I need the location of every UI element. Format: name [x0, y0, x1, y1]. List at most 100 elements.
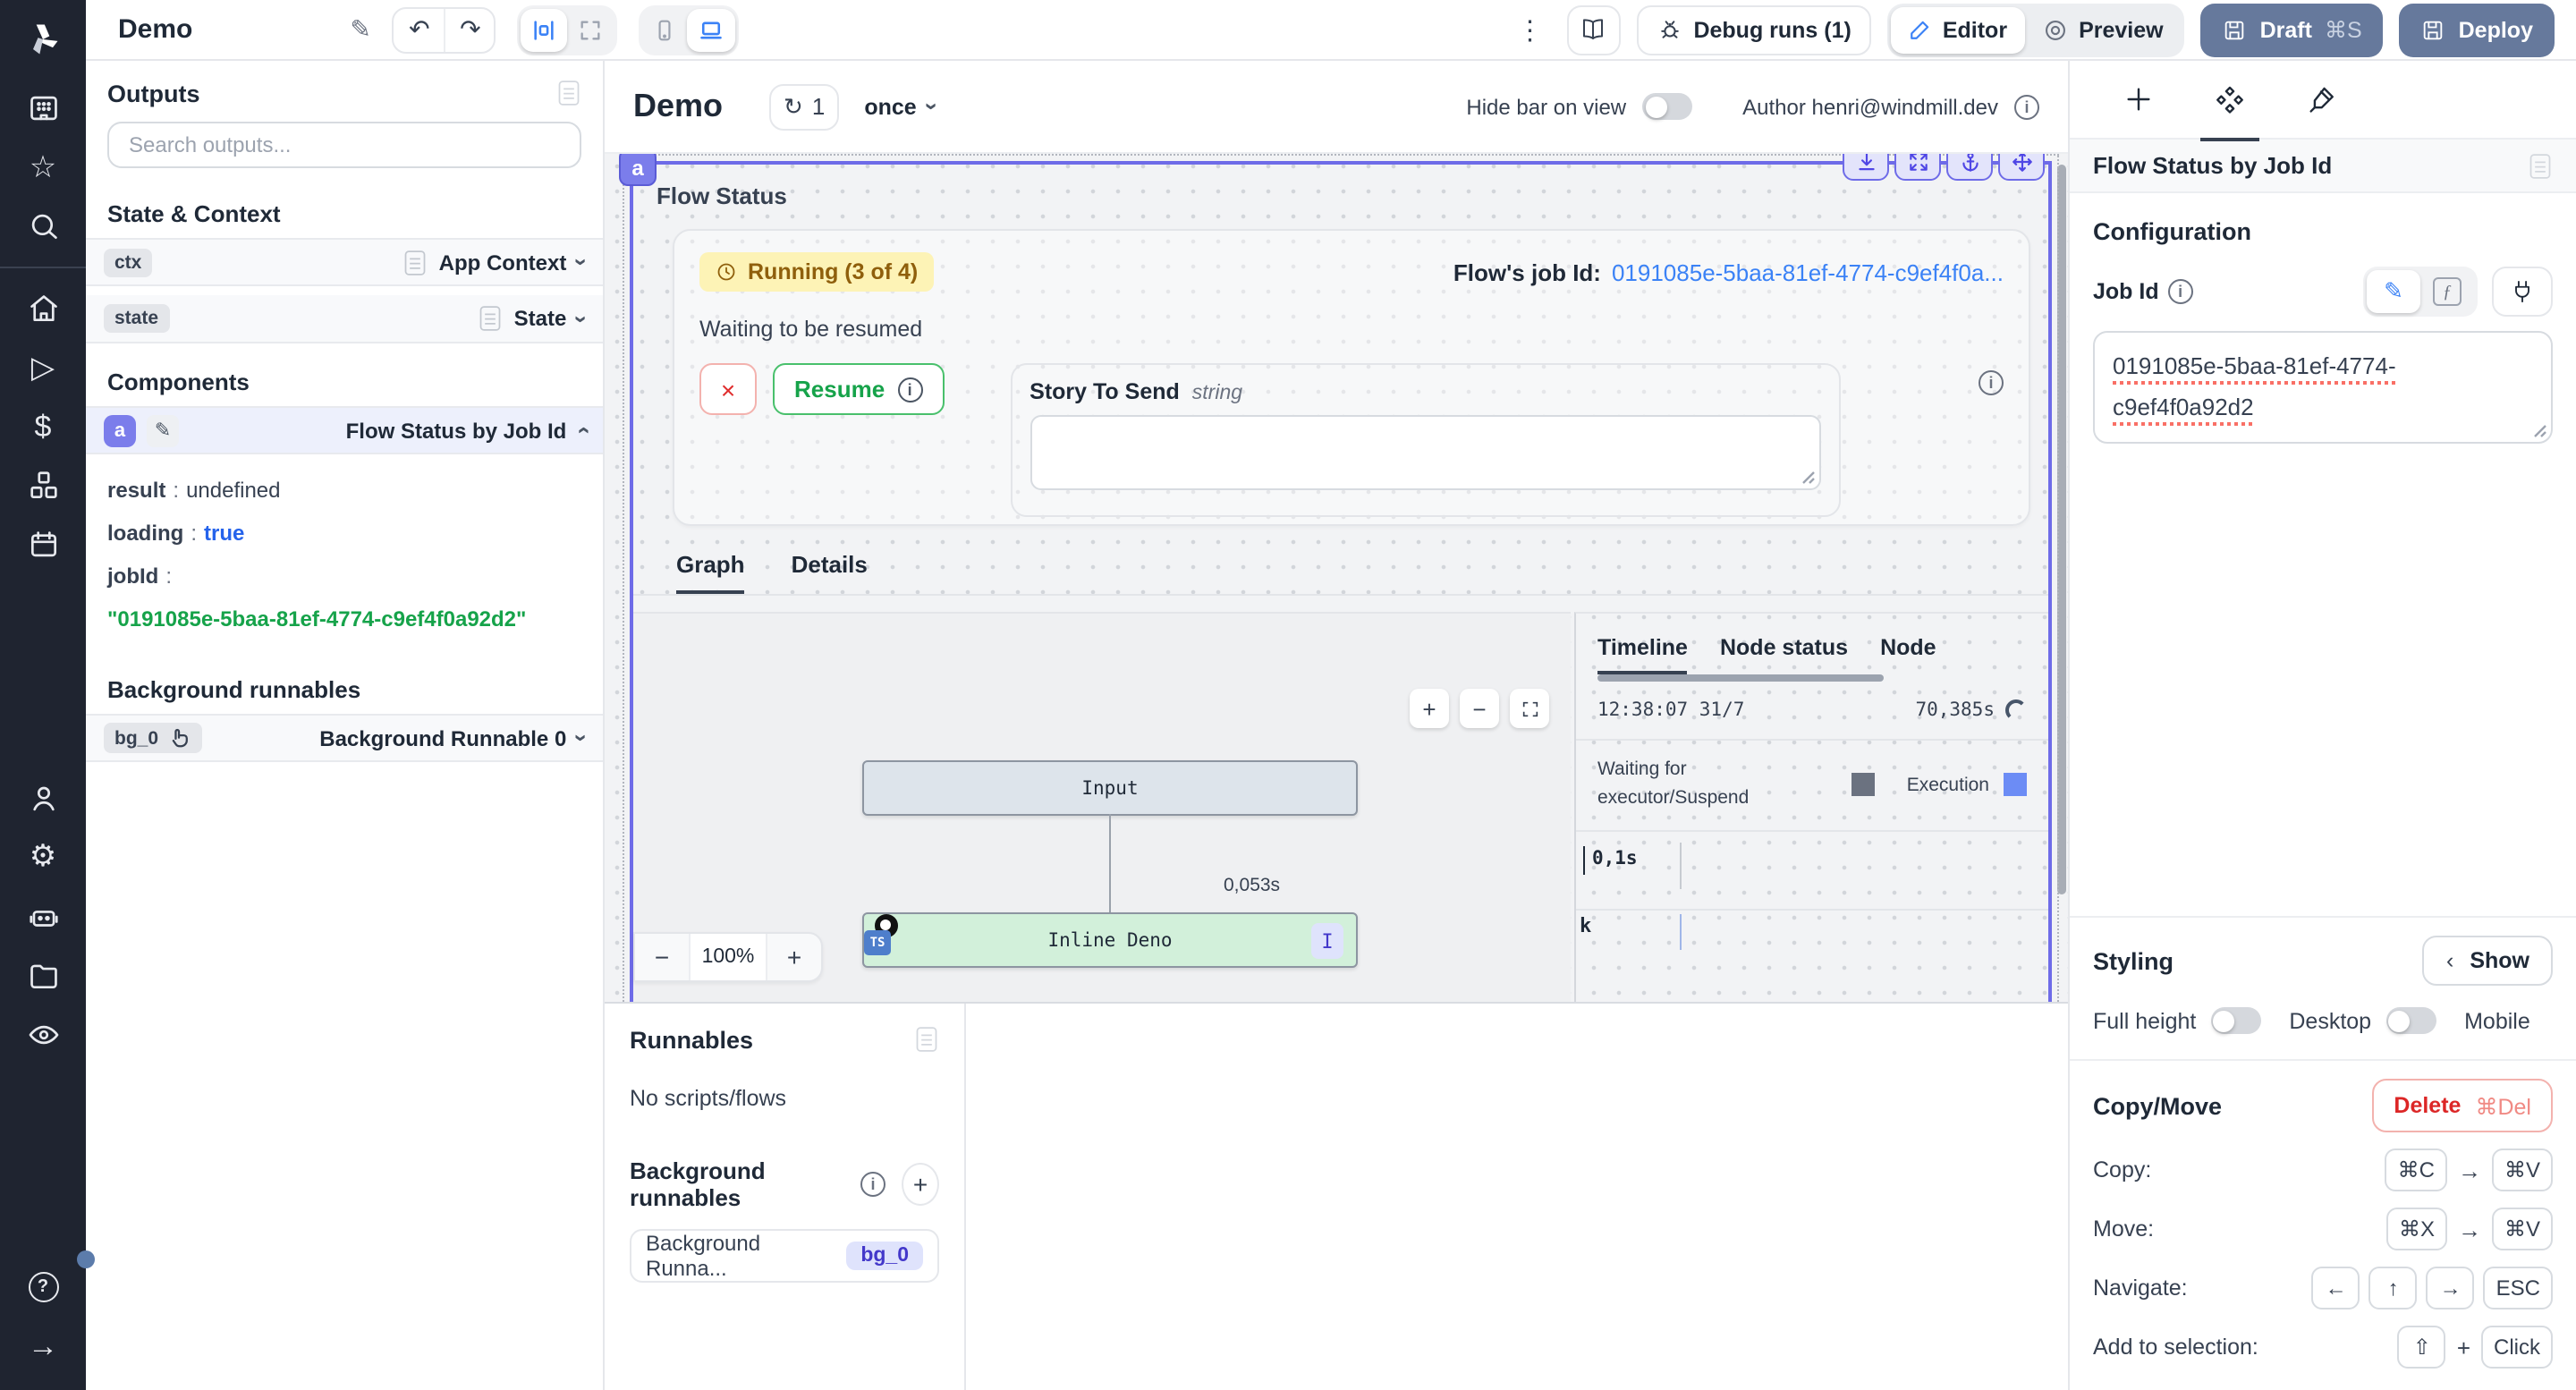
tab-node-definition[interactable]: Node	[1880, 635, 1936, 674]
runnables-doc-icon[interactable]	[914, 1025, 939, 1054]
tab-timeline[interactable]: Timeline	[1597, 635, 1688, 674]
static-input-mode-button[interactable]: ✎	[2367, 270, 2420, 313]
graph-node-input[interactable]: Input	[862, 760, 1358, 816]
canvas-vertical-scrollbar[interactable]	[2057, 165, 2066, 894]
resources-cubes-icon[interactable]	[0, 456, 86, 515]
show-styling-button[interactable]: ‹ Show	[2423, 936, 2553, 986]
tab-node-status[interactable]: Node status	[1720, 635, 1848, 674]
component-outputs-row[interactable]: a ✎ Flow Status by Job Id ›	[86, 406, 603, 454]
card-info-icon[interactable]: i	[1979, 370, 2004, 395]
users-icon[interactable]	[0, 768, 86, 827]
hide-bar-toggle[interactable]	[1642, 93, 1692, 120]
component-chevron-up-icon[interactable]: ›	[570, 427, 593, 435]
story-textarea[interactable]	[1030, 415, 1820, 490]
full-height-toggle[interactable]	[2210, 1007, 2260, 1034]
resize-handle-icon[interactable]	[1801, 470, 1815, 485]
graph-node-inline-deno[interactable]: TS Inline Deno I	[862, 912, 1358, 968]
job-id-info-icon[interactable]: i	[2168, 279, 2193, 304]
folders-icon[interactable]	[0, 945, 86, 1004]
favorites-star-icon[interactable]: ☆	[0, 138, 86, 197]
styling-brush-tab[interactable]	[2306, 60, 2336, 139]
undo-button[interactable]: ↶	[394, 6, 445, 53]
state-row[interactable]: state State ›	[86, 295, 603, 343]
docs-book-button[interactable]	[1566, 4, 1620, 55]
expression-input-mode-button[interactable]: ƒ	[2420, 270, 2474, 313]
state-chevron-down-icon[interactable]: ›	[570, 315, 593, 323]
workspace-icon[interactable]	[0, 79, 86, 138]
delete-button[interactable]: Delete ⌘Del	[2372, 1079, 2553, 1132]
outputs-search-input[interactable]	[125, 131, 564, 159]
anchor-button[interactable]	[1946, 154, 1993, 181]
rename-pencil-icon[interactable]: ✎	[350, 14, 370, 45]
ctx-row[interactable]: ctx App Context ›	[86, 238, 603, 286]
component-tag-badge[interactable]: a	[619, 154, 657, 186]
windmill-logo-icon[interactable]	[0, 0, 86, 79]
draft-button[interactable]: Draft ⌘S	[2201, 3, 2384, 56]
schedules-calendar-icon[interactable]	[0, 515, 86, 574]
search-icon[interactable]	[0, 197, 86, 256]
flow-graph[interactable]: + − Input 0,053s TS Inline Deno I −	[633, 612, 1571, 1002]
bg-runnables-info-icon[interactable]: i	[860, 1172, 886, 1197]
insert-component-tab[interactable]	[2123, 60, 2154, 139]
collapse-arrow-icon[interactable]: →	[0, 1317, 86, 1376]
graph-zoom-out-button[interactable]: −	[1460, 689, 1499, 728]
zoom-out-button[interactable]: −	[635, 932, 689, 982]
workers-robot-icon[interactable]	[0, 886, 86, 945]
variables-dollar-icon[interactable]: $	[0, 397, 86, 456]
resume-info-icon[interactable]: i	[897, 377, 922, 402]
right-panel-doc-icon[interactable]	[2528, 151, 2553, 180]
outputs-search[interactable]	[107, 122, 581, 168]
settings-gear-icon[interactable]: ⚙	[0, 827, 86, 886]
add-bg-runnable-button[interactable]: +	[902, 1163, 939, 1206]
state-doc-icon[interactable]	[479, 304, 504, 333]
runs-play-icon[interactable]: ▷	[0, 338, 86, 397]
more-menu-kebab-icon[interactable]: ⋮	[1509, 13, 1550, 46]
redo-button[interactable]: ↷	[445, 6, 495, 53]
jobid-value-line[interactable]: "0191085e-5baa-81ef-4774-c9ef4f0a92d2"	[107, 598, 581, 640]
flow-job-id-link[interactable]: 0191085e-5baa-81ef-4774-c9ef4f0a...	[1612, 259, 2004, 285]
mobile-view-button[interactable]	[643, 8, 688, 51]
ctx-chevron-down-icon[interactable]: ›	[570, 259, 593, 267]
resume-button[interactable]: Resume i	[773, 363, 944, 415]
bg-runnable-item[interactable]: Background Runna... bg_0	[630, 1229, 939, 1283]
help-icon[interactable]: ?	[0, 1258, 86, 1317]
connect-plug-button[interactable]	[2492, 267, 2553, 317]
bg-runnable-row[interactable]: bg_0 Background Runnable 0 ›	[86, 714, 603, 762]
desktop-view-button[interactable]	[688, 8, 736, 51]
graph-fit-button[interactable]	[1510, 689, 1549, 728]
selected-component-flow-status[interactable]: a Flow Status Running (3 of 4)	[630, 161, 2052, 1002]
ctx-doc-icon[interactable]	[403, 248, 428, 276]
job-id-resize-handle-icon[interactable]	[2533, 424, 2547, 438]
component-settings-tab[interactable]	[2215, 60, 2245, 139]
refresh-group[interactable]: ↻1	[769, 83, 839, 130]
component-edit-pencil-icon[interactable]: ✎	[147, 414, 179, 446]
job-id-textarea[interactable]: 0191085e-5baa-81ef-4774- c9ef4f0a92d2	[2093, 331, 2553, 444]
editor-tab[interactable]: Editor	[1891, 6, 2025, 53]
centered-layout-button[interactable]	[521, 8, 568, 51]
cancel-button[interactable]: ×	[699, 363, 757, 415]
jobid-line[interactable]: jobId:	[107, 555, 581, 598]
audit-eye-icon[interactable]	[0, 1004, 86, 1064]
zoom-in-button[interactable]: +	[767, 932, 821, 982]
outputs-doc-icon[interactable]	[556, 79, 581, 107]
preview-tab[interactable]: Preview	[2025, 6, 2182, 53]
result-line[interactable]: result:undefined	[107, 469, 581, 512]
author-info-icon[interactable]: i	[2014, 94, 2039, 119]
home-icon[interactable]	[0, 279, 86, 338]
fullscreen-button[interactable]	[1894, 154, 1941, 181]
desktop-toggle[interactable]	[2385, 1007, 2436, 1034]
tab-graph[interactable]: Graph	[676, 551, 745, 594]
bg-chevron-down-icon[interactable]: ›	[570, 734, 593, 742]
graph-zoom-in-button[interactable]: +	[1410, 689, 1449, 728]
deploy-button[interactable]: Deploy	[2400, 3, 2555, 56]
expand-down-button[interactable]	[1843, 154, 1889, 181]
move-button[interactable]	[1998, 154, 2045, 181]
loading-line[interactable]: loading:true	[107, 512, 581, 555]
schedule-dropdown[interactable]: once ›	[864, 94, 936, 119]
tab-details[interactable]: Details	[792, 551, 868, 594]
debug-runs-button[interactable]: Debug runs (1)	[1636, 4, 1870, 55]
app-canvas[interactable]: a Flow Status Running (3 of 4)	[605, 154, 2068, 1002]
timeline-horizontal-scrollbar[interactable]	[1597, 674, 1884, 682]
refresh-icon[interactable]: ↻	[784, 92, 803, 121]
fullwidth-layout-button[interactable]	[568, 8, 614, 51]
